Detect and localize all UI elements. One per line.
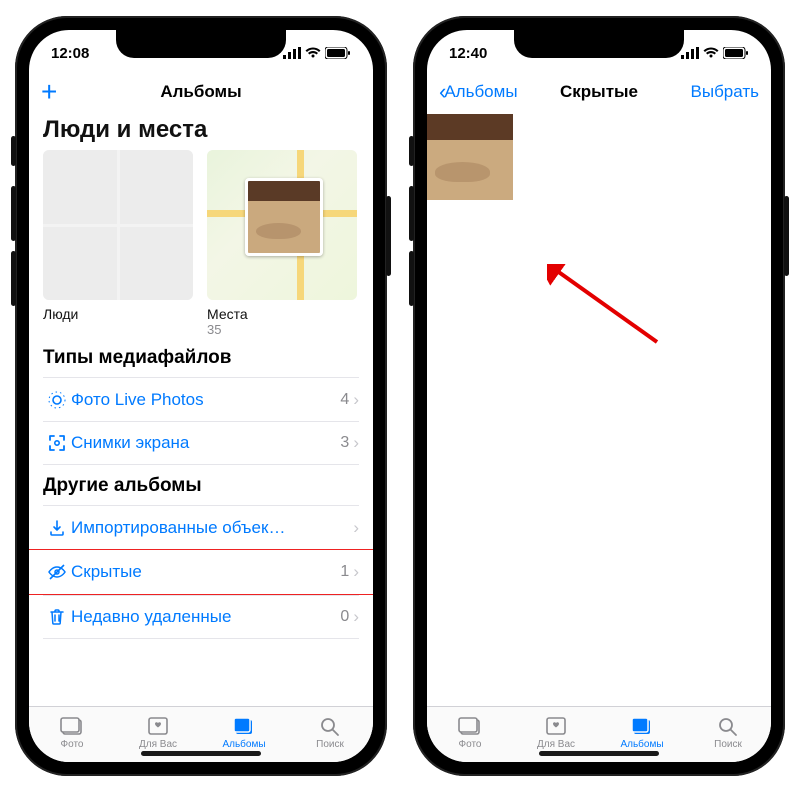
chevron-right-icon: › (353, 562, 359, 582)
side-button (11, 136, 16, 166)
hidden-eye-icon (43, 562, 71, 582)
side-button (409, 251, 414, 306)
back-label: Альбомы (444, 82, 517, 102)
row-label: Импортированные объек… (71, 518, 349, 538)
row-label: Снимки экрана (71, 433, 340, 453)
nav-title: Скрытые (560, 82, 638, 102)
row-count: 3 (340, 434, 349, 452)
notch (116, 30, 286, 58)
album-label: Люди (43, 306, 195, 322)
tab-search[interactable]: Поиск (685, 707, 771, 756)
screenshot-icon (43, 433, 71, 453)
status-icons (681, 47, 749, 59)
album-places[interactable]: Места 35 (207, 150, 359, 337)
side-button (386, 196, 391, 276)
tab-label: Поиск (714, 739, 742, 750)
wifi-icon (703, 47, 719, 59)
row-count: 4 (340, 391, 349, 409)
row-live-photos[interactable]: Фото Live Photos 4 › (43, 377, 359, 421)
other-albums-list: Импортированные объек… › Скрытые 1 › Нед… (43, 505, 359, 639)
back-button[interactable]: ‹ Альбомы (439, 79, 518, 105)
foryou-tab-icon (543, 714, 569, 738)
nav-bar: + Альбомы (29, 70, 373, 114)
add-button[interactable]: + (41, 76, 57, 108)
home-indicator[interactable] (539, 751, 659, 756)
phone-left: 12:08 + Альбомы Люди и места Люди (15, 16, 387, 776)
side-button (11, 251, 16, 306)
albums-row: Люди Места 35 (43, 150, 359, 337)
tab-photos[interactable]: Фото (29, 707, 115, 756)
row-label: Скрытые (71, 562, 340, 582)
cellular-icon (681, 47, 699, 59)
tab-label: Альбомы (222, 739, 265, 750)
row-recently-deleted[interactable]: Недавно удаленные 0 › (43, 595, 359, 639)
search-tab-icon (715, 714, 741, 738)
tab-albums[interactable]: Альбомы (599, 707, 685, 756)
hidden-photo-thumb[interactable] (427, 114, 513, 200)
tab-for-you[interactable]: Для Вас (115, 707, 201, 756)
album-count: 35 (207, 322, 359, 337)
tab-label: Для Вас (139, 739, 177, 750)
tab-search[interactable]: Поиск (287, 707, 373, 756)
section-other-albums: Другие альбомы (43, 475, 359, 497)
highlight-hidden-row: Скрытые 1 › (29, 549, 373, 595)
home-indicator[interactable] (141, 751, 261, 756)
side-button (784, 196, 789, 276)
content-right[interactable] (427, 114, 771, 706)
chevron-right-icon: › (353, 518, 359, 538)
row-label: Фото Live Photos (71, 390, 340, 410)
albums-tab-icon (231, 714, 257, 738)
tab-albums[interactable]: Альбомы (201, 707, 287, 756)
status-time: 12:08 (51, 45, 89, 62)
tab-label: Фото (459, 739, 482, 750)
photo-grid (427, 114, 771, 200)
row-label: Недавно удаленные (71, 607, 340, 627)
import-icon (43, 518, 71, 538)
tab-label: Фото (61, 739, 84, 750)
status-time: 12:40 (449, 45, 487, 62)
side-button (409, 136, 414, 166)
phone-right: 12:40 ‹ Альбомы Скрытые Выбрать (413, 16, 785, 776)
tab-label: Альбомы (620, 739, 663, 750)
photos-tab-icon (59, 714, 85, 738)
row-count: 0 (340, 608, 349, 626)
trash-icon (43, 607, 71, 627)
row-hidden[interactable]: Скрытые 1 › (43, 550, 359, 594)
row-screenshots[interactable]: Снимки экрана 3 › (43, 421, 359, 465)
side-button (409, 186, 414, 241)
status-icons (283, 47, 351, 59)
notch (514, 30, 684, 58)
annotation-arrow-icon (547, 264, 667, 354)
albums-tab-icon (629, 714, 655, 738)
nav-title: Альбомы (160, 82, 241, 102)
tab-label: Поиск (316, 739, 344, 750)
cellular-icon (283, 47, 301, 59)
chevron-right-icon: › (353, 390, 359, 410)
select-button[interactable]: Выбрать (691, 82, 759, 102)
side-button (11, 186, 16, 241)
section-people-places: Люди и места (43, 116, 359, 144)
nav-bar: ‹ Альбомы Скрытые Выбрать (427, 70, 771, 114)
tab-photos[interactable]: Фото (427, 707, 513, 756)
media-types-list: Фото Live Photos 4 › Снимки экрана 3 › (43, 377, 359, 465)
row-count: 1 (340, 563, 349, 581)
live-photos-icon (43, 390, 71, 410)
section-media-types: Типы медиафайлов (43, 347, 359, 369)
row-imported[interactable]: Импортированные объек… › (43, 505, 359, 549)
battery-icon (325, 47, 351, 59)
photos-tab-icon (457, 714, 483, 738)
chevron-right-icon: › (353, 433, 359, 453)
album-label: Места (207, 306, 359, 322)
chevron-right-icon: › (353, 607, 359, 627)
wifi-icon (305, 47, 321, 59)
tab-label: Для Вас (537, 739, 575, 750)
album-people[interactable]: Люди (43, 150, 195, 337)
tab-for-you[interactable]: Для Вас (513, 707, 599, 756)
battery-icon (723, 47, 749, 59)
foryou-tab-icon (145, 714, 171, 738)
search-tab-icon (317, 714, 343, 738)
content-left[interactable]: Люди и места Люди Места (29, 114, 373, 706)
